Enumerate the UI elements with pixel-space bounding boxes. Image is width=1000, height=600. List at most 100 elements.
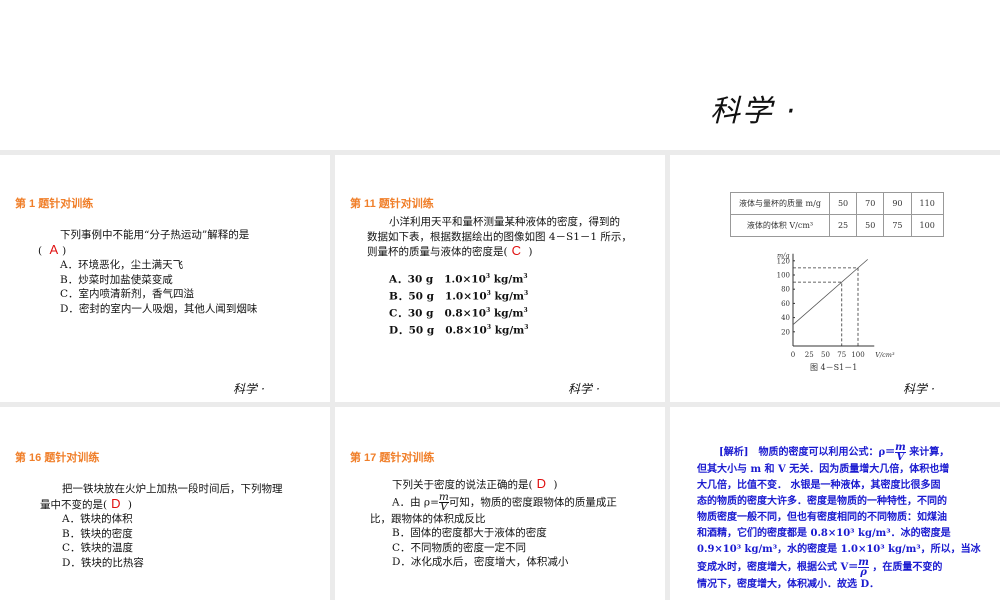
y-tick-label: 40 bbox=[781, 314, 790, 322]
formula-fraction: mρ bbox=[858, 558, 869, 578]
panel-title: 第 16 题针对训练 bbox=[15, 452, 100, 464]
cell: 50 bbox=[828, 192, 858, 215]
option: A．铁块的体积 bbox=[62, 513, 133, 525]
paren: ) bbox=[127, 498, 132, 511]
answer-mark: D bbox=[536, 476, 546, 491]
question: 下列事例中不能用“分子热运动”解释的是 ( A) A．环境恶化，尘土满天飞 B．… bbox=[38, 229, 258, 315]
question: 小洋利用天平和量杯测量某种液体的密度，得到的 数据如下表，根据数据绘出的图像如图… bbox=[367, 215, 632, 338]
option: B．固体的密度都大于液体的密度 bbox=[392, 527, 547, 539]
option-unit: kg/m bbox=[494, 324, 525, 336]
formula-fraction: mV bbox=[438, 491, 449, 513]
x-tick-label: 75 bbox=[837, 351, 846, 359]
option-value: 1.0×10 bbox=[444, 273, 486, 285]
analysis-line: 大几倍，比值不变． 水银是一种液体，其密度比很多固 bbox=[697, 480, 941, 491]
analysis-line: [解析] 物质的密度可以利用公式：ρ＝ bbox=[719, 447, 896, 458]
exponent: 3 bbox=[486, 323, 492, 331]
denominator: ρ bbox=[860, 567, 867, 578]
footer-brand: 科学 · bbox=[903, 382, 935, 396]
question-stem: 把一铁块放在火炉上加热一段时间后，下列物理 bbox=[62, 483, 283, 495]
option: D．铁块的比热容 bbox=[62, 556, 144, 569]
analysis-line: 和酒精，它们的密度都是 0.8×10³ kg/m³．冰的密度是 bbox=[697, 528, 951, 539]
analysis-line: 物质密度一般不同，但也有密度相同的不同物质：如煤油 bbox=[697, 512, 947, 523]
option: B．炒菜时加盐使菜变咸 bbox=[60, 273, 173, 286]
panel-title: 第 11 题针对训练 bbox=[350, 198, 434, 210]
option: A．环境恶化，尘土满天飞 bbox=[60, 259, 184, 271]
option-label: D．50 g bbox=[389, 324, 435, 336]
question-stem: 下列关于密度的说法正确的是( bbox=[392, 479, 533, 491]
footer-brand: 科学 · bbox=[233, 382, 265, 396]
question-stem: 则量杯的质量与液体的密度是( bbox=[367, 246, 508, 258]
x-tick-label: 100 bbox=[851, 351, 864, 359]
panel-title: 第 17 题针对训练 bbox=[350, 452, 435, 464]
option-unit: kg/m bbox=[493, 307, 524, 319]
option: C．铁块的温度 bbox=[62, 542, 134, 554]
exponent: 3 bbox=[524, 323, 529, 331]
y-tick-label: 20 bbox=[781, 328, 790, 336]
analysis-line: 但其大小与 m 和 V 无关．因为质量增大几倍，体积也增 bbox=[697, 464, 950, 475]
exponent: 3 bbox=[523, 306, 528, 314]
analysis-line: 态的物质的密度大许多．密度是物质的一种特性，不同的 bbox=[697, 496, 947, 507]
option: D．冰化成水后，密度增大，体积减小 bbox=[392, 556, 569, 568]
y-tick-label: 80 bbox=[781, 286, 790, 294]
exponent: 3 bbox=[486, 306, 491, 314]
answer-mark: D bbox=[111, 495, 121, 511]
answer-mark: C bbox=[511, 243, 521, 258]
row-label: 液体的体积 V/cm³ bbox=[730, 214, 830, 237]
cell: 70 bbox=[856, 192, 885, 215]
analysis-line: 变成水时，密度增大，根据公式 V＝ bbox=[697, 562, 859, 573]
option: B．铁块的密度 bbox=[62, 527, 133, 540]
exponent: 3 bbox=[524, 289, 529, 297]
answer-mark: A bbox=[49, 241, 59, 257]
option-value: 0.8×10 bbox=[444, 307, 487, 319]
option: C．室内喷清新剂，香气四溢 bbox=[60, 288, 195, 300]
data-table: 液体与量杯的质量 m/g 50 70 90 110 液体的体积 V/cm³ 25 50 75 1… bbox=[730, 192, 944, 237]
paren: ) bbox=[528, 246, 533, 258]
question: 下列关于密度的说法正确的是(D ) A．由 ρ= m V 可知，物质的密度跟物体的质量… bbox=[370, 476, 617, 570]
option-label: B．50 g bbox=[389, 290, 434, 302]
figure-caption: 图 4－S1－1 bbox=[810, 363, 858, 372]
panel-q17: 第 17 题针对训练 下列关于密度的说法正确的是(D ) A．由 ρ= m V 可知，… bbox=[335, 407, 665, 600]
panel-q16: 第 16 题针对训练 把一铁块放在火炉上加热一段时间后，下列物理 量中不变的是(… bbox=[0, 407, 330, 600]
option: 比，跟物体的体积成反比 bbox=[370, 512, 486, 525]
panel-figure: 液体与量杯的质量 m/g 50 70 90 110 液体的体积 V/cm³ 25 50 75 1… bbox=[670, 155, 1000, 402]
panel-q11: 第 11 题针对训练 小洋利用天平和量杯测量某种液体的密度，得到的 数据如下表，… bbox=[335, 155, 665, 402]
question-stem: 数据如下表，根据数据绘出的图像如图 4－S1－1 所示， bbox=[367, 230, 632, 243]
option-label: C．30 g bbox=[389, 307, 434, 319]
option-value: 1.0×10 bbox=[444, 290, 487, 302]
option-unit: kg/m bbox=[493, 273, 524, 285]
row-label: 液体与量杯的质量 m/g bbox=[730, 192, 830, 215]
panel-title: 第 1 题针对训练 bbox=[15, 198, 94, 210]
question: 把一铁块放在火炉上加热一段时间后，下列物理 量中不变的是(D ) A．铁块的体积… bbox=[40, 482, 283, 570]
x-tick-label: 0 bbox=[791, 351, 795, 359]
option: B．50 g 1.0×103 kg/m3 bbox=[389, 287, 632, 304]
data-line bbox=[792, 259, 869, 326]
question-stem: 下列事例中不能用“分子热运动”解释的是 bbox=[60, 229, 250, 241]
option: D．密封的室内一人吸烟，其他人闻到烟味 bbox=[60, 302, 258, 315]
cell: 50 bbox=[856, 214, 885, 237]
cell: 90 bbox=[883, 192, 912, 215]
option: D．50 g 0.8×103 kg/m3 bbox=[389, 321, 632, 338]
cell: 75 bbox=[883, 214, 912, 237]
exponent: 3 bbox=[523, 272, 528, 280]
guide-line bbox=[793, 267, 859, 346]
y-axis-label: m/g bbox=[777, 252, 790, 260]
option-unit: kg/m bbox=[494, 290, 525, 302]
option-label: A．30 g bbox=[389, 273, 434, 285]
question-stem: 量中不变的是( bbox=[40, 498, 108, 511]
footer-brand: 科学 · bbox=[568, 382, 600, 396]
option-value: 0.8×10 bbox=[445, 324, 487, 336]
line-chart: 0 25 50 75 10020406080100120V/cm³m/g bbox=[777, 252, 895, 359]
guide-line bbox=[793, 281, 843, 346]
paren: ) bbox=[553, 479, 558, 491]
x-tick-label: 50 bbox=[821, 351, 830, 359]
analysis-text: [解析] 物质的密度可以利用公式：ρ＝ m V 来计算， 但其大小与 m 和 V 无… bbox=[697, 443, 997, 593]
panel-q1: 第 1 题针对训练 下列事例中不能用“分子热运动”解释的是 ( A) A．环境恶… bbox=[0, 155, 330, 402]
x-tick-label: 25 bbox=[805, 351, 814, 359]
option: 可知，物质的密度跟物体的质量成正 bbox=[448, 496, 617, 508]
brand-logo: 科学 · bbox=[710, 94, 798, 129]
y-tick-label: 60 bbox=[781, 300, 790, 308]
cell: 25 bbox=[828, 214, 858, 237]
analysis-line: 0.9×10³ kg/m³，水的密度是 1.0×10³ kg/m³，所以，当冰 bbox=[697, 544, 981, 555]
denominator: V bbox=[440, 500, 448, 513]
analysis-line: ，在质量不变的 bbox=[872, 562, 943, 573]
